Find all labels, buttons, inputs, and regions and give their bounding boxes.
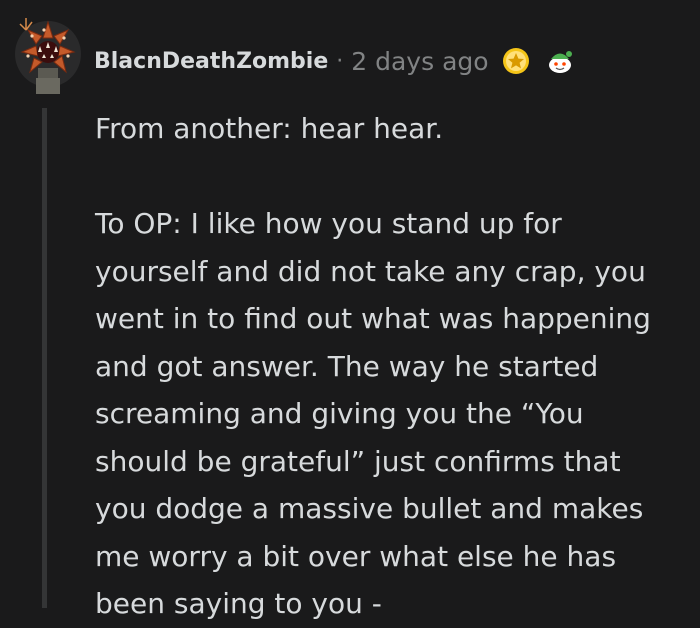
gold-star-award-icon[interactable] xyxy=(501,46,531,76)
comment-paragraph: To OP: I like how you stand up for yours… xyxy=(95,207,651,620)
thread-collapse-line[interactable] xyxy=(42,108,47,608)
comment-meta: BlacnDeathZombie · 2 days ago xyxy=(94,44,575,78)
comment-paragraph: From another: hear hear. xyxy=(95,112,444,145)
username-link[interactable]: BlacnDeathZombie xyxy=(94,49,328,74)
timestamp[interactable]: 2 days ago xyxy=(351,47,488,76)
comment-body: From another: hear hear. To OP: I like h… xyxy=(95,105,680,628)
meta-separator: · xyxy=(336,48,344,74)
snoo-award-icon[interactable] xyxy=(545,46,575,76)
demogorgon-avatar-icon xyxy=(15,18,81,94)
avatar[interactable] xyxy=(14,12,82,94)
comment: BlacnDeathZombie · 2 days ago From anoth… xyxy=(0,0,700,620)
